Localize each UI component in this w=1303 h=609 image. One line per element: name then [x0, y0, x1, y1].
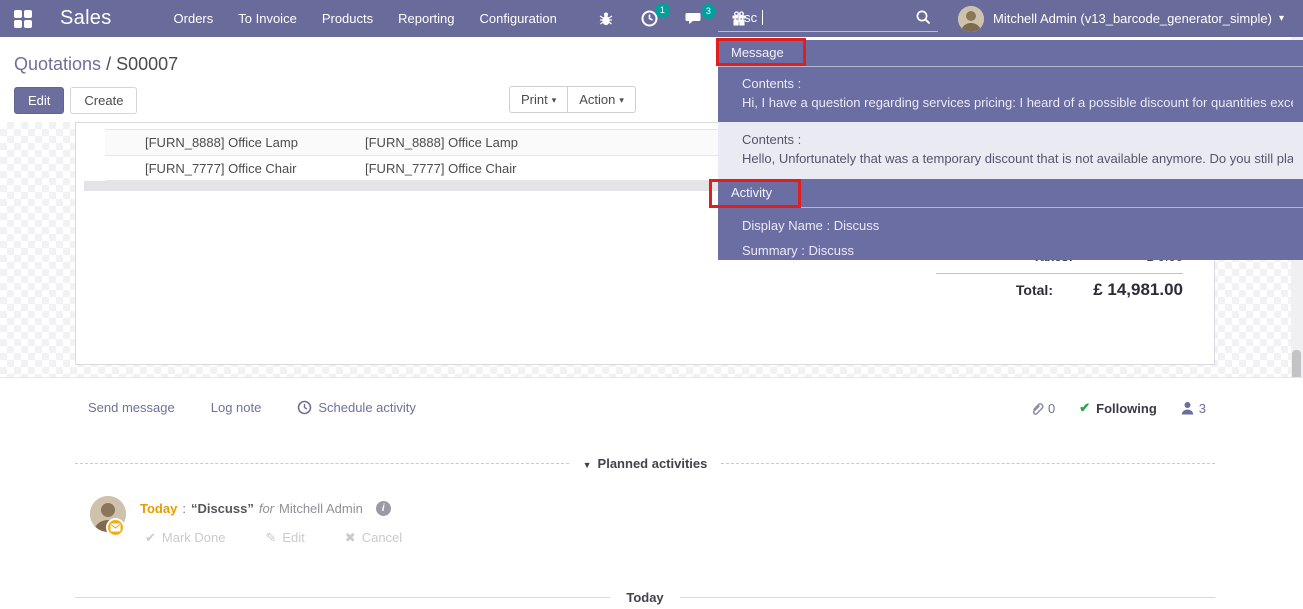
- apps-menu-icon[interactable]: [14, 10, 31, 27]
- check-icon: ✔: [145, 530, 156, 545]
- followers-button[interactable]: 3: [1181, 401, 1206, 416]
- record-buttons: Edit Create: [14, 87, 137, 114]
- search-result-message-1[interactable]: Contents : Hi, I have a question regardi…: [718, 67, 1303, 122]
- today-date-separator: Today: [75, 590, 1215, 605]
- result-field-label: Contents :: [742, 74, 1293, 93]
- activity-assignee: Mitchell Admin: [279, 501, 363, 516]
- nav-item-products[interactable]: Products: [322, 11, 373, 26]
- activity-actions: ✔Mark Done ✎Edit ✖Cancel: [145, 530, 402, 546]
- search-result-activity[interactable]: Display Name : Discuss Summary : Discuss: [718, 208, 1303, 260]
- activity-summary-line: Today: “Discuss” for Mitchell Admin i: [140, 501, 391, 516]
- caret-down-icon: ▾: [619, 95, 624, 105]
- paperclip-icon: [1030, 401, 1044, 416]
- search-result-message-2-highlighted[interactable]: Contents : Hello, Unfortunately that was…: [718, 122, 1303, 179]
- followers-count: 3: [1199, 401, 1206, 416]
- top-navbar: Sales Orders To Invoice Products Reporti…: [0, 0, 1303, 37]
- today-label: Today: [626, 590, 663, 605]
- separator-line: [680, 597, 1215, 598]
- annotation-box-message: [716, 38, 806, 66]
- planned-activities-toggle[interactable]: ▼Planned activities: [75, 456, 1215, 471]
- action-dropdown-button[interactable]: Action▾: [567, 86, 636, 113]
- breadcrumb-quotations-link[interactable]: Quotations: [14, 54, 101, 74]
- apps-square: [24, 20, 32, 28]
- text-cursor: [762, 10, 763, 25]
- send-message-button[interactable]: Send message: [88, 400, 175, 415]
- search-icon[interactable]: [915, 9, 932, 26]
- breadcrumb-separator: /: [101, 54, 116, 74]
- planned-activities-label: ▼Planned activities: [583, 456, 708, 471]
- triangle-down-icon: ▼: [583, 460, 592, 470]
- separator-line: [75, 597, 610, 598]
- edit-button[interactable]: Edit: [14, 87, 64, 114]
- annotation-box-activity: [709, 179, 801, 208]
- schedule-activity-button[interactable]: Schedule activity: [297, 400, 416, 415]
- caret-down-icon: ▾: [552, 95, 557, 105]
- clock-icon: [297, 400, 312, 415]
- apps-square: [14, 10, 22, 18]
- breadcrumb-current: S00007: [116, 54, 178, 74]
- user-avatar: [958, 6, 984, 32]
- info-icon[interactable]: i: [376, 501, 391, 516]
- pencil-icon: ✎: [265, 530, 276, 545]
- messages-chat-icon[interactable]: 3: [685, 11, 704, 27]
- edit-activity-button[interactable]: ✎Edit: [265, 530, 304, 546]
- totals-separator: [936, 273, 1183, 274]
- result-field-text: Hello, Unfortunately that was a temporar…: [742, 149, 1293, 168]
- print-action-group: Print▾ Action▾: [509, 86, 636, 113]
- chatter: Send message Log note Schedule activity …: [0, 377, 1303, 609]
- result-field-label: Contents :: [742, 130, 1293, 149]
- search-input[interactable]: [718, 5, 898, 30]
- check-icon: ✔: [1079, 400, 1090, 416]
- user-menu[interactable]: Mitchell Admin (v13_barcode_generator_si…: [958, 0, 1284, 37]
- total-row: Total: £ 14,981.00: [896, 280, 1183, 300]
- result-field-text: Display Name : Discuss: [742, 213, 1293, 238]
- messages-count-badge: 3: [701, 4, 716, 19]
- user-name-label: Mitchell Admin (v13_barcode_generator_si…: [993, 11, 1272, 26]
- attachments-button[interactable]: 0: [1030, 401, 1055, 416]
- odoo-sales-screen: Sales Orders To Invoice Products Reporti…: [0, 0, 1303, 609]
- attachments-count: 0: [1048, 401, 1055, 416]
- total-value: £ 14,981.00: [1053, 280, 1183, 300]
- global-search: [718, 5, 938, 32]
- create-button[interactable]: Create: [70, 87, 137, 114]
- result-field-text: Summary : Discuss: [742, 238, 1293, 260]
- log-note-button[interactable]: Log note: [211, 400, 262, 415]
- activity-type-email-badge: [106, 518, 125, 537]
- dashed-line: [75, 463, 569, 464]
- nav-item-to-invoice[interactable]: To Invoice: [238, 11, 297, 26]
- nav-item-orders[interactable]: Orders: [174, 11, 214, 26]
- apps-square: [24, 10, 32, 18]
- breadcrumb: Quotations / S00007: [14, 54, 178, 75]
- search-results-dropdown: Message Contents : Hi, I have a question…: [718, 40, 1303, 260]
- product-cell: [FURN_8888] Office Lamp: [105, 135, 365, 150]
- activity-for-word: for: [259, 501, 274, 516]
- nav-item-reporting[interactable]: Reporting: [398, 11, 454, 26]
- chatter-meta: 0 ✔ Following 3: [1030, 400, 1206, 416]
- nav-item-configuration[interactable]: Configuration: [480, 11, 557, 26]
- app-title[interactable]: Sales: [60, 7, 112, 30]
- person-icon: [1181, 401, 1194, 415]
- apps-square: [14, 20, 22, 28]
- following-toggle[interactable]: ✔ Following: [1079, 400, 1157, 416]
- activity-title: “Discuss”: [191, 501, 254, 516]
- bug-icon[interactable]: [598, 11, 614, 27]
- mark-done-button[interactable]: ✔Mark Done: [145, 530, 225, 546]
- cross-icon: ✖: [345, 530, 356, 545]
- dropdown-section-activity: Activity: [718, 179, 1303, 208]
- cancel-activity-button[interactable]: ✖Cancel: [345, 530, 402, 546]
- activities-count-badge: 1: [655, 3, 670, 18]
- product-cell: [FURN_7777] Office Chair: [105, 161, 365, 176]
- activities-clock-icon[interactable]: 1: [641, 10, 658, 27]
- print-dropdown-button[interactable]: Print▾: [509, 86, 567, 113]
- total-label: Total:: [896, 282, 1053, 298]
- dashed-line: [721, 463, 1215, 464]
- activity-due-date: Today: [140, 501, 177, 516]
- chatter-tools: Send message Log note Schedule activity: [88, 400, 416, 415]
- result-field-text: Hi, I have a question regarding services…: [742, 93, 1293, 112]
- caret-down-icon: ▾: [1279, 13, 1284, 24]
